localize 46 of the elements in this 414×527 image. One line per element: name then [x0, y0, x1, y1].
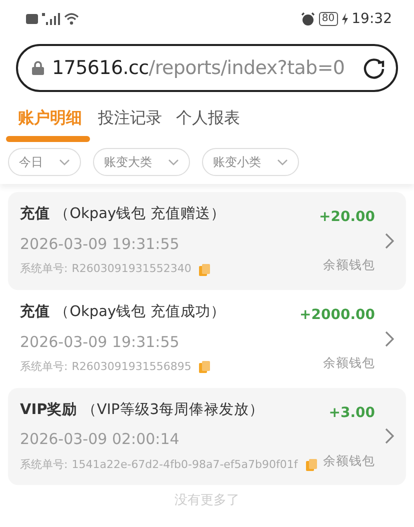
- chevron-right-icon: [385, 232, 394, 249]
- filter-dropdown[interactable]: 账变大类: [93, 148, 190, 176]
- signal-icon: [42, 13, 60, 25]
- address-bar[interactable]: 175616.cc/reports/index?tab=0: [16, 44, 398, 92]
- order-label: 系统单号:: [20, 456, 68, 473]
- amount: +2000.00: [300, 306, 375, 325]
- order-number: R2603091931556895: [72, 359, 192, 375]
- filter-dropdown[interactable]: 账变小类: [202, 148, 299, 176]
- clock-time: 19:32: [352, 10, 392, 28]
- record-card[interactable]: 充值 （Okpay钱包 充值成功） 2026-03-09 19:31:55 系统单号: R2603091931556895 +2000.00 余额钱包: [8, 290, 406, 388]
- chevron-right-icon: [385, 330, 394, 347]
- wallet-label: 余额钱包: [323, 354, 375, 372]
- copy-icon[interactable]: [199, 264, 210, 276]
- record-card[interactable]: 充值 （Okpay钱包 充值赠送） 2026-03-09 19:31:55 系统单号: R2603091931552340 +20.00 余额钱包: [8, 192, 406, 290]
- order-number: R2603091931552340: [72, 261, 192, 278]
- wallet-label: 余额钱包: [323, 256, 375, 274]
- battery-indicator: 80: [318, 12, 338, 26]
- copy-icon[interactable]: [199, 361, 210, 374]
- tab[interactable]: 投注记录: [92, 102, 168, 140]
- chevron-down-icon: [59, 158, 70, 166]
- record-title: 充值 （Okpay钱包 充值赠送）: [20, 204, 227, 224]
- record-time: 2026-03-09 02:00:14: [20, 429, 180, 450]
- amount: +3.00: [328, 404, 375, 422]
- lock-icon: [32, 61, 44, 75]
- record-time: 2026-03-09 19:31:55: [20, 332, 180, 352]
- order-label: 系统单号:: [20, 261, 68, 278]
- record-title: VIP奖励 （VIP等级3每周俸禄发放）: [20, 400, 266, 420]
- copy-icon[interactable]: [306, 459, 317, 471]
- reload-icon[interactable]: [362, 56, 386, 80]
- tab[interactable]: 个人报表: [170, 102, 246, 140]
- alarm-icon: [300, 12, 315, 26]
- amount: +20.00: [318, 208, 375, 227]
- wifi-icon: [64, 13, 79, 25]
- filter-dropdown[interactable]: 今日: [8, 148, 81, 176]
- record-time: 2026-03-09 19:31:55: [20, 234, 180, 255]
- record-card[interactable]: VIP奖励 （VIP等级3每周俸禄发放） 2026-03-09 02:00:14 系统单号: 1541a22e-67d2-4fb0-98a7-ef5a7b90f01f +3.00 余额钱包: [8, 388, 406, 486]
- chevron-down-icon: [277, 158, 288, 166]
- charging-icon: [342, 13, 348, 25]
- record-title: 充值 （Okpay钱包 充值成功）: [20, 302, 227, 322]
- chevron-down-icon: [168, 158, 179, 166]
- wallet-label: 余额钱包: [323, 452, 375, 470]
- url-path: /reports/index?tab=0: [148, 56, 345, 81]
- url-host: 175616.cc: [52, 56, 149, 81]
- order-label: 系统单号:: [20, 359, 68, 375]
- order-number: 1541a22e-67d2-4fb0-98a7-ef5a7b90f01f: [72, 456, 298, 473]
- chevron-right-icon: [385, 428, 394, 444]
